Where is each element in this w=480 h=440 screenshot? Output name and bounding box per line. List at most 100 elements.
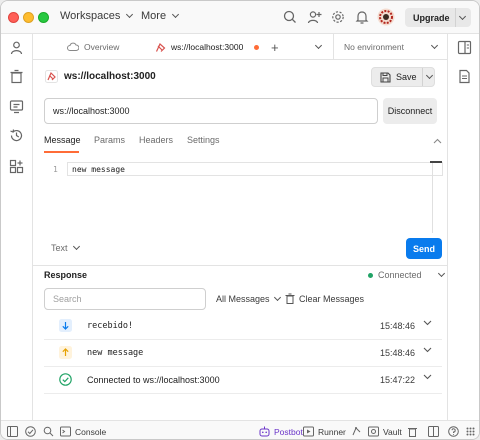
chevron-down-icon	[72, 242, 80, 251]
expand-chevron-icon[interactable]	[423, 320, 432, 326]
chevron-down-icon	[314, 41, 323, 50]
message-row[interactable]: Connected to ws://localhost:3000 15:47:2…	[44, 367, 442, 394]
postbot-label: Postbot	[274, 426, 303, 437]
close-window-button[interactable]	[8, 12, 19, 23]
tab-params[interactable]: Params	[94, 135, 125, 145]
message-content: new message	[72, 164, 125, 174]
workspaces-label: Workspaces	[60, 10, 121, 22]
console-label: Console	[75, 426, 107, 437]
avatar[interactable]	[377, 8, 395, 26]
settings-gear-icon[interactable]	[330, 9, 346, 25]
tab-list-dropdown[interactable]	[313, 34, 323, 60]
message-filter-dropdown[interactable]: All Messages	[216, 293, 281, 304]
collapse-chevron-icon[interactable]	[433, 138, 442, 144]
search-icon[interactable]	[282, 9, 298, 25]
settings-panel-icon[interactable]	[457, 40, 472, 55]
search-input[interactable]: Search	[44, 288, 206, 310]
tab-message[interactable]: Message	[44, 135, 81, 145]
configure-sidebar-icon[interactable]	[9, 159, 24, 174]
expand-chevron-icon[interactable]	[423, 374, 432, 380]
tab-websocket-request[interactable]: ws://localhost:3000	[155, 34, 260, 60]
workspaces-menu[interactable]: Workspaces	[60, 10, 134, 22]
upgrade-button[interactable]: Upgrade	[405, 8, 471, 27]
message-time: 15:48:46	[380, 348, 416, 358]
line-number: 1	[53, 165, 58, 174]
disconnect-label: Disconnect	[387, 106, 433, 116]
upgrade-label: Upgrade	[413, 12, 450, 23]
tab-overview-label: Overview	[84, 42, 120, 52]
runner-button[interactable]: Runner	[303, 426, 346, 437]
url-input[interactable]: ws://localhost:3000	[44, 98, 378, 124]
connection-status-label: Connected	[378, 270, 422, 280]
clear-messages-button[interactable]: Clear Messages	[285, 293, 364, 304]
user-icon[interactable]	[9, 40, 24, 55]
tab-settings[interactable]: Settings	[187, 135, 220, 145]
chevron-down-icon	[273, 293, 281, 302]
editor-scrollbar[interactable]	[432, 161, 433, 233]
more-menu[interactable]: More	[141, 10, 180, 22]
postbot-button[interactable]: Postbot	[259, 426, 303, 437]
layout-toggle-icon[interactable]	[7, 426, 18, 437]
status-dot-icon	[368, 272, 373, 278]
message-row[interactable]: new message 15:48:46	[44, 340, 442, 367]
request-title-text: ws://localhost:3000	[64, 71, 156, 82]
code-line[interactable]: new message	[67, 162, 443, 176]
chevron-down-icon[interactable]	[425, 71, 434, 80]
postbot-icon	[259, 426, 270, 437]
expand-chevron-icon[interactable]	[423, 347, 432, 353]
message-text: new message	[87, 348, 144, 358]
connection-status[interactable]: Connected	[368, 269, 445, 280]
save-label-group: Save	[372, 71, 422, 83]
incoming-arrow-icon	[59, 319, 72, 332]
send-button[interactable]: Send	[406, 238, 442, 259]
chevron-down-icon	[172, 10, 180, 19]
find-replace-icon[interactable]	[43, 426, 54, 437]
mock-server-icon[interactable]	[9, 99, 24, 114]
chevron-down-icon[interactable]	[458, 12, 467, 20]
zoom-window-button[interactable]	[38, 12, 49, 23]
grid-menu-icon[interactable]	[465, 426, 476, 437]
request-title[interactable]: ws://localhost:3000	[45, 70, 156, 83]
environment-selector[interactable]: No environment	[333, 34, 447, 60]
message-time: 15:48:46	[380, 321, 416, 331]
console-icon	[60, 426, 71, 437]
layout-panel-icon[interactable]	[428, 426, 439, 437]
overview-icon	[67, 42, 79, 52]
help-icon[interactable]	[448, 426, 459, 437]
trash-icon[interactable]	[9, 69, 24, 84]
websocket-icon	[155, 42, 166, 53]
minimize-window-button[interactable]	[23, 12, 34, 23]
console-button[interactable]: Console	[60, 426, 106, 437]
save-button[interactable]: Save	[371, 67, 435, 87]
save-separator	[422, 68, 423, 86]
websocket-icon	[45, 70, 58, 83]
tab-overview[interactable]: Overview	[67, 34, 119, 60]
upgrade-separator	[455, 8, 456, 27]
message-text: Connected to ws://localhost:3000	[87, 375, 220, 385]
message-row[interactable]: recebido! 15:48:46	[44, 313, 442, 340]
capture-requests-icon[interactable]	[351, 426, 362, 437]
request-subtabs: Message Params Headers Settings	[44, 135, 444, 153]
search-placeholder: Search	[53, 294, 82, 304]
invite-user-icon[interactable]	[306, 9, 322, 25]
documentation-icon[interactable]	[457, 69, 472, 84]
disconnect-button[interactable]: Disconnect	[383, 98, 437, 124]
message-editor[interactable]: 1 new message	[44, 158, 443, 228]
unsaved-dot-icon	[254, 44, 260, 50]
trash-icon[interactable]	[407, 426, 418, 437]
vault-icon	[368, 426, 379, 437]
status-bar: Console Postbot Runner Vault	[1, 420, 479, 439]
save-disk-icon	[380, 71, 391, 83]
app-window: Workspaces More Upgrade Overview ws://lo…	[0, 0, 480, 440]
connectivity-check-icon[interactable]	[25, 426, 36, 437]
vault-label: Vault	[383, 426, 402, 437]
new-tab-button[interactable]: +	[271, 34, 279, 60]
notifications-bell-icon[interactable]	[354, 9, 370, 25]
format-select[interactable]: Text	[51, 242, 80, 253]
vault-button[interactable]: Vault	[368, 426, 402, 437]
tab-active-label: ws://localhost:3000	[171, 42, 244, 52]
tab-headers[interactable]: Headers	[139, 135, 173, 145]
format-label: Text	[51, 243, 68, 253]
history-icon[interactable]	[9, 128, 24, 143]
chevron-down-icon	[437, 269, 445, 278]
